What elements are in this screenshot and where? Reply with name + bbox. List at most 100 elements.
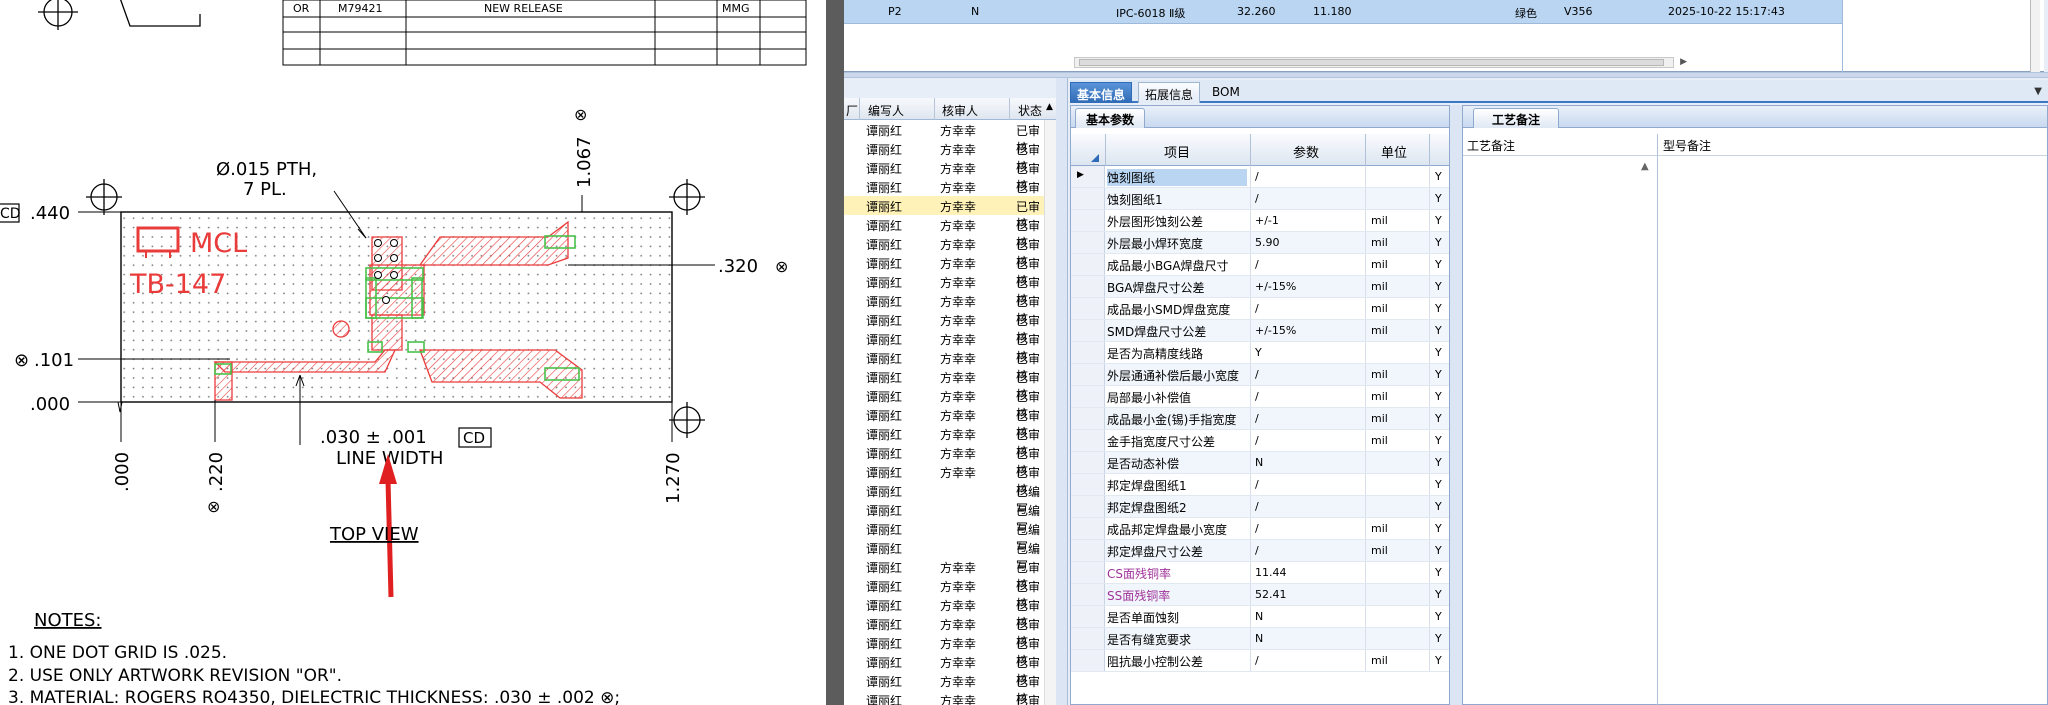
list-item[interactable]: 谭丽红方幸幸已审核 xyxy=(844,215,1044,250)
list-item[interactable]: 谭丽红方幸幸已审核 xyxy=(844,633,1044,668)
param-row[interactable]: 是否动态补偿 N Y xyxy=(1071,452,1449,474)
list-item[interactable]: 谭丽红方幸幸已审核 xyxy=(844,614,1044,649)
col-value[interactable]: 参数 xyxy=(1293,142,1319,161)
param-value[interactable]: / xyxy=(1255,434,1259,447)
tab-extended-info[interactable]: 拓展信息 xyxy=(1138,82,1201,103)
row-indicator[interactable] xyxy=(1071,562,1105,583)
list-item[interactable]: 谭丽红方幸幸已审核 xyxy=(844,443,1044,478)
param-row[interactable]: 是否为高精度线路 Y Y xyxy=(1071,342,1449,364)
param-row[interactable]: 金手指宽度尺寸公差 / mil Y xyxy=(1071,430,1449,452)
list-item[interactable]: 谭丽红方幸幸已审核 xyxy=(844,234,1044,269)
row-indicator[interactable] xyxy=(1071,606,1105,627)
param-row[interactable]: 是否有缝宽要求 N Y xyxy=(1071,628,1449,650)
param-value[interactable]: Y xyxy=(1255,346,1262,359)
list-item[interactable]: 谭丽红方幸幸已审核 xyxy=(844,120,1044,155)
dropdown-arrow-icon[interactable]: ▼ xyxy=(2034,86,2042,97)
list-item[interactable]: 谭丽红 已编写 xyxy=(844,500,1044,535)
param-value[interactable]: 11.44 xyxy=(1255,566,1287,579)
param-value[interactable]: / xyxy=(1255,368,1259,381)
list-item[interactable]: 谭丽红方幸幸已审核 xyxy=(844,424,1044,459)
param-value[interactable]: / xyxy=(1255,544,1259,557)
param-value[interactable]: / xyxy=(1255,478,1259,491)
param-row[interactable]: BGA焊盘尺寸公差 +/-15% mil Y xyxy=(1071,276,1449,298)
col-factory[interactable]: 厂 xyxy=(846,102,858,119)
row-indicator[interactable] xyxy=(1071,408,1105,429)
list-item[interactable]: 谭丽红 已编写 xyxy=(844,519,1044,554)
param-row[interactable]: 蚀刻图纸1 / Y xyxy=(1071,188,1449,210)
list-item[interactable]: 谭丽红方幸幸已审核 xyxy=(844,652,1044,687)
selected-grid-row[interactable]: P2 N IPC-6018 Ⅱ级 32.260 11.180 绿色 V356 2… xyxy=(844,0,1842,24)
param-row[interactable]: 成品最小金(锡)手指宽度 / mil Y xyxy=(1071,408,1449,430)
row-indicator[interactable] xyxy=(1071,188,1105,209)
col-reviewer[interactable]: 核审人 xyxy=(942,102,978,119)
row-indicator[interactable] xyxy=(1071,320,1105,341)
param-row[interactable]: 成品最小SMD焊盘宽度 / mil Y xyxy=(1071,298,1449,320)
collapse-bar[interactable] xyxy=(1056,78,1068,705)
param-row[interactable]: CS面残铜率 11.44 Y xyxy=(1071,562,1449,584)
list-item[interactable]: 谭丽红方幸幸已审核 xyxy=(844,405,1044,440)
tab-bom[interactable]: BOM xyxy=(1206,82,1246,103)
param-value[interactable]: +/-1 xyxy=(1255,214,1279,227)
param-value[interactable]: / xyxy=(1255,522,1259,535)
list-item[interactable]: 谭丽红方幸幸已审核 xyxy=(844,595,1044,630)
sort-up-icon[interactable]: ▲ xyxy=(1046,102,1053,112)
param-row[interactable]: 局部最小补偿值 / mil Y xyxy=(1071,386,1449,408)
param-row[interactable]: SS面残铜率 52.41 Y xyxy=(1071,584,1449,606)
list-item[interactable]: 谭丽红方幸幸已审核 xyxy=(844,177,1044,212)
param-value[interactable]: +/-15% xyxy=(1255,324,1296,337)
param-value[interactable]: / xyxy=(1255,302,1259,315)
row-indicator[interactable] xyxy=(1071,452,1105,473)
param-row[interactable]: 是否单面蚀刻 N Y xyxy=(1071,606,1449,628)
list-item[interactable]: 谭丽红方幸幸已审核 xyxy=(844,671,1044,705)
scroll-right-icon[interactable]: ▶ xyxy=(1680,57,1687,67)
param-value[interactable]: / xyxy=(1255,412,1259,425)
row-indicator[interactable] xyxy=(1071,342,1105,363)
scroll-thumb[interactable] xyxy=(1079,59,1664,66)
param-value[interactable]: N xyxy=(1255,610,1263,623)
list-item[interactable]: 谭丽红方幸幸已审核 xyxy=(844,576,1044,611)
param-row[interactable]: 邦定焊盘图纸1 / Y xyxy=(1071,474,1449,496)
list-item[interactable]: 谭丽红方幸幸已审核 xyxy=(844,690,1044,705)
row-indicator[interactable] xyxy=(1071,540,1105,561)
list-item[interactable]: 谭丽红方幸幸已审核 xyxy=(844,196,1044,231)
row-indicator[interactable] xyxy=(1071,232,1105,253)
list-item[interactable]: 谭丽红 已编写 xyxy=(844,481,1044,516)
row-indicator[interactable] xyxy=(1071,650,1105,671)
param-value[interactable]: / xyxy=(1255,170,1259,183)
process-remark-input[interactable] xyxy=(1467,158,1653,698)
tab-basic-info[interactable]: 基本信息 xyxy=(1070,82,1133,103)
remarks-tab[interactable]: 工艺备注 xyxy=(1473,108,1560,128)
row-indicator[interactable] xyxy=(1071,210,1105,231)
row-indicator[interactable] xyxy=(1071,254,1105,275)
col-writer[interactable]: 编写人 xyxy=(868,102,904,119)
list-item[interactable]: 谭丽红方幸幸已审核 xyxy=(844,253,1044,288)
panel-splitter[interactable] xyxy=(844,72,2048,78)
param-value[interactable]: / xyxy=(1255,654,1259,667)
list-item[interactable]: 谭丽红方幸幸已审核 xyxy=(844,348,1044,383)
row-indicator[interactable] xyxy=(1071,628,1105,649)
col-item[interactable]: 项目 xyxy=(1164,142,1190,161)
row-indicator[interactable] xyxy=(1071,364,1105,385)
param-row[interactable]: 邦定焊盘图纸2 / Y xyxy=(1071,496,1449,518)
row-indicator[interactable] xyxy=(1071,496,1105,517)
param-row[interactable]: ▶ 蚀刻图纸 / Y xyxy=(1071,166,1449,188)
col-status[interactable]: 状态 xyxy=(1018,102,1042,119)
list-item[interactable]: 谭丽红方幸幸已审核 xyxy=(844,557,1044,592)
list-item[interactable]: 谭丽红方幸幸已审核 xyxy=(844,386,1044,421)
row-indicator[interactable] xyxy=(1071,276,1105,297)
params-tab[interactable]: 基本参数 xyxy=(1075,108,1146,128)
param-value[interactable]: 52.41 xyxy=(1255,588,1287,601)
row-indicator[interactable]: ▶ xyxy=(1071,166,1105,187)
list-item[interactable]: 谭丽红方幸幸已审核 xyxy=(844,329,1044,364)
model-remark-input[interactable] xyxy=(1661,158,2041,698)
row-indicator[interactable] xyxy=(1071,584,1105,605)
row-indicator[interactable] xyxy=(1071,386,1105,407)
param-value[interactable]: 5.90 xyxy=(1255,236,1280,249)
list-scrollbar[interactable] xyxy=(1044,120,1056,705)
row-indicator[interactable] xyxy=(1071,474,1105,495)
param-row[interactable]: 成品最小BGA焊盘尺寸 / mil Y xyxy=(1071,254,1449,276)
param-row[interactable]: 外层通通补偿后最小宽度 / mil Y xyxy=(1071,364,1449,386)
list-item[interactable]: 谭丽红方幸幸已审核 xyxy=(844,158,1044,193)
param-row[interactable]: 成品邦定焊盘最小宽度 / mil Y xyxy=(1071,518,1449,540)
param-row[interactable]: 外层最小焊环宽度 5.90 mil Y xyxy=(1071,232,1449,254)
